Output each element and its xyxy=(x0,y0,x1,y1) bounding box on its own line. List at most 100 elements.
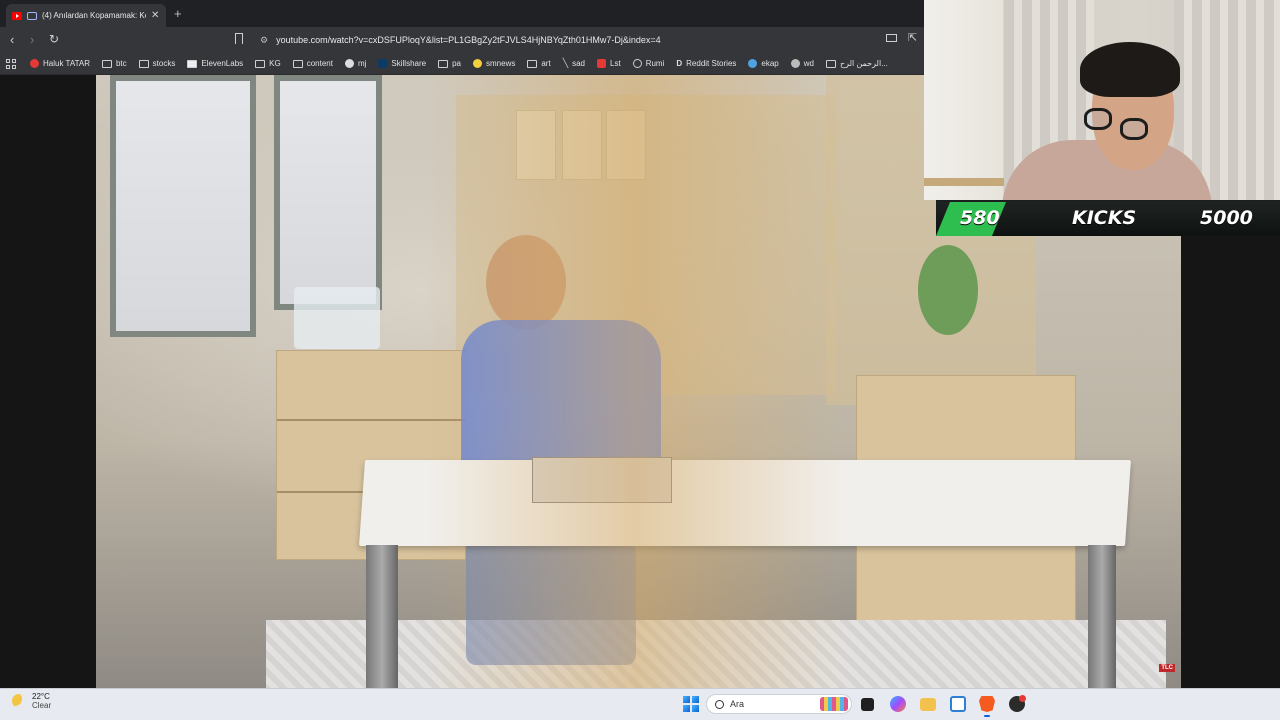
bookmark-sad[interactable]: ╲ sad xyxy=(557,58,591,69)
reload-button[interactable]: ↻ xyxy=(49,32,59,46)
bookmark-stocks[interactable]: stocks xyxy=(133,59,182,68)
windows-start-icon[interactable] xyxy=(683,696,699,712)
bookmark-label: ekap xyxy=(761,59,779,68)
scene-desk-leg xyxy=(1088,545,1116,688)
streamer-hair xyxy=(1080,42,1180,97)
cast-icon[interactable] xyxy=(886,34,897,42)
bookmark-label: ElevenLabs xyxy=(201,59,244,68)
bookmark-btc[interactable]: btc xyxy=(96,59,133,68)
tab-title: (4) Anılardan Kopamamak: Ko xyxy=(42,11,146,20)
bookmark-page-icon[interactable] xyxy=(235,33,243,44)
bookmark-label: wd xyxy=(803,59,814,68)
kicks-label: KICKS xyxy=(1072,207,1137,229)
bookmark-elevenlabs[interactable]: ElevenLabs xyxy=(181,59,249,68)
bookmark-label: Reddit Stories xyxy=(686,59,737,68)
brave-browser-icon[interactable] xyxy=(979,696,995,712)
elevenlabs-icon xyxy=(187,59,198,68)
bookmark-content[interactable]: content xyxy=(287,59,339,68)
back-button[interactable]: ‹ xyxy=(10,32,14,47)
bookmark-label: content xyxy=(306,59,333,68)
slash-icon: ╲ xyxy=(562,58,569,68)
taskbar xyxy=(0,688,1280,720)
bookmark-label: sad xyxy=(572,59,586,68)
task-view-icon[interactable] xyxy=(861,698,874,711)
close-tab-icon[interactable]: ✕ xyxy=(151,10,159,21)
bookmark-label: btc xyxy=(115,59,127,68)
bookmark-lst[interactable]: Lst xyxy=(591,59,627,68)
scene-plant xyxy=(918,245,978,335)
snipping-tool-icon[interactable] xyxy=(950,696,966,712)
smiley-icon xyxy=(473,59,482,68)
youtube-icon xyxy=(30,59,39,68)
share-icon[interactable]: ⇱ xyxy=(908,31,917,44)
moon-icon xyxy=(12,694,26,708)
address-bar[interactable]: ⚙ youtube.com/watch?v=cxDSFUPloqY&list=P… xyxy=(252,31,924,49)
search-icon xyxy=(715,699,724,709)
bookmark-label: Haluk TATAR xyxy=(43,59,90,68)
folder-icon xyxy=(292,59,303,68)
apps-grid-icon[interactable] xyxy=(6,58,16,69)
scene-window xyxy=(110,75,256,337)
glasses-icon xyxy=(1120,118,1148,140)
playing-audio-icon xyxy=(27,11,37,20)
bookmark-label: mj xyxy=(357,59,367,68)
bookmarks-bar: Haluk TATAR btc stocks ElevenLabs KG con… xyxy=(0,53,924,75)
active-app-indicator xyxy=(984,715,990,717)
taskbar-search[interactable]: Ara xyxy=(706,694,852,714)
search-placeholder: Ara xyxy=(730,699,745,709)
scene-desk-leg xyxy=(366,545,398,688)
site-settings-icon[interactable]: ⚙ xyxy=(260,35,268,46)
kicks-goal-count: 5000 xyxy=(1200,207,1253,229)
copilot-icon[interactable] xyxy=(890,696,906,712)
bookmark-skillshare[interactable]: Skillshare xyxy=(372,59,432,68)
bookmark-ekap[interactable]: ekap xyxy=(742,59,784,68)
d-logo-icon: D xyxy=(676,59,683,68)
github-icon xyxy=(344,59,354,68)
bookmark-reddit-stories[interactable]: D Reddit Stories xyxy=(670,59,742,68)
bookmark-label: Lst xyxy=(610,59,621,68)
webcam-shelf xyxy=(924,178,1004,186)
bookmark-label: Skillshare xyxy=(391,59,427,68)
browser-tab[interactable]: (4) Anılardan Kopamamak: Ko ✕ xyxy=(6,4,166,27)
new-tab-button[interactable]: + xyxy=(174,6,182,21)
folder-icon xyxy=(138,59,149,68)
tlc-watermark: TLC xyxy=(1159,664,1175,672)
glasses-icon xyxy=(1084,108,1112,130)
forward-button[interactable]: › xyxy=(30,32,34,47)
bird-icon xyxy=(748,59,758,68)
bookmark-kg[interactable]: KG xyxy=(249,59,287,68)
book-icon xyxy=(825,59,836,68)
bookmark-label: stocks xyxy=(152,59,176,68)
webcam-overlay xyxy=(924,0,1280,200)
bookmark-label: pa xyxy=(452,59,461,68)
bookmark-label: KG xyxy=(269,59,281,68)
kicks-goal-bar: 580 KICKS 5000 xyxy=(936,200,1280,236)
weather-widget[interactable]: 22°C Clear xyxy=(12,692,51,710)
globe-icon xyxy=(632,59,642,68)
bookmark-wd[interactable]: wd xyxy=(785,59,820,68)
bookmark-label: smnews xyxy=(486,59,516,68)
bookmark-haluk-tatar[interactable]: Haluk TATAR xyxy=(24,59,96,68)
folder-icon xyxy=(527,59,538,68)
notification-badge xyxy=(1019,695,1026,702)
bookmark-label: الرحمن الرح... xyxy=(839,59,888,68)
bookmark-smnews[interactable]: smnews xyxy=(467,59,521,68)
bookmark-label: art xyxy=(541,59,551,68)
scene-window xyxy=(274,75,382,310)
weather-temperature: 22°C xyxy=(32,692,50,701)
bookmark-pa[interactable]: pa xyxy=(432,59,467,68)
skillshare-icon xyxy=(378,59,388,68)
bookmark-rumi[interactable]: Rumi xyxy=(627,59,671,68)
youtube-favicon-icon xyxy=(12,11,22,20)
file-explorer-icon[interactable] xyxy=(920,698,936,711)
s-logo-icon xyxy=(597,59,607,68)
weather-condition: Clear xyxy=(32,701,52,710)
bookmark-arabic[interactable]: الرحمن الرح... xyxy=(820,59,894,68)
bookmark-label: Rumi xyxy=(645,59,665,68)
folder-icon xyxy=(101,59,112,68)
bookmark-mj[interactable]: mj xyxy=(339,59,372,68)
scene-plastic-bin xyxy=(294,287,380,349)
folder-icon xyxy=(255,59,266,68)
bookmark-art[interactable]: art xyxy=(521,59,556,68)
folder-icon xyxy=(438,59,449,68)
